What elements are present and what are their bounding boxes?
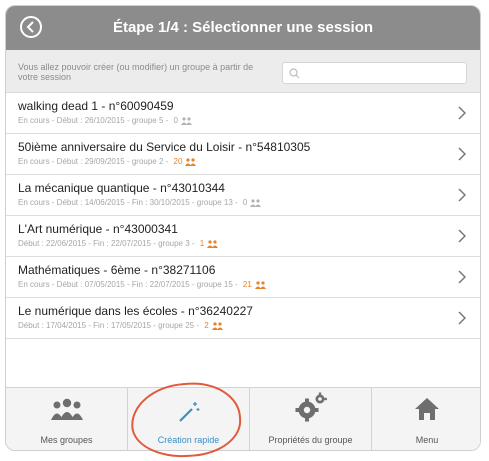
chevron-right-icon xyxy=(458,229,466,243)
magic-wand-icon xyxy=(179,402,200,422)
session-row[interactable]: Mathématiques - 6ème - n°38271106 En cou… xyxy=(6,257,480,298)
people-icon xyxy=(181,117,192,125)
session-details: En cours - Début : 29/09/2015 - groupe 2… xyxy=(18,157,197,166)
participant-count: 2 xyxy=(204,321,209,330)
session-title: Le numérique dans les écoles - n°3624022… xyxy=(18,304,253,318)
chevron-right-icon xyxy=(458,311,466,325)
session-title: L'Art numérique - n°43000341 xyxy=(18,222,178,236)
session-details: Début : 22/06/2015 - Fin : 22/07/2015 - … xyxy=(18,239,219,248)
session-details: En cours - Début : 14/06/2015 - Fin : 30… xyxy=(18,198,262,207)
tab-mes-groupes[interactable]: Mes groupes xyxy=(6,388,127,450)
session-details: En cours - Début : 26/10/2015 - groupe 5… xyxy=(18,116,192,125)
instruction-text: Vous allez pouvoir créer (ou modifier) u… xyxy=(18,62,254,82)
groups-icon xyxy=(51,398,83,420)
people-icon xyxy=(185,158,197,166)
people-icon xyxy=(207,240,219,248)
tab-bar: Mes groupes Création rapide Propriétés d… xyxy=(6,387,480,450)
tab-label: Mes groupes xyxy=(40,435,93,445)
people-icon xyxy=(211,322,223,330)
home-icon xyxy=(415,398,439,420)
participant-count: 21 xyxy=(242,280,252,289)
participant-count: 20 xyxy=(173,157,183,166)
participant-count: 0 xyxy=(173,116,178,125)
app-window: Étape 1/4 : Sélectionner une session Vou… xyxy=(5,5,481,451)
chevron-right-icon xyxy=(458,188,466,202)
people-icon xyxy=(254,281,266,289)
chevron-right-icon xyxy=(458,106,466,120)
session-row[interactable]: walking dead 1 - n°60090459 En cours - D… xyxy=(6,93,480,134)
session-row[interactable]: Le numérique dans les écoles - n°3624022… xyxy=(6,298,480,339)
tab-label: Propriétés du groupe xyxy=(268,435,353,445)
participant-count: 1 xyxy=(199,239,205,248)
tab-label: Création rapide xyxy=(157,435,220,445)
session-row[interactable]: L'Art numérique - n°43000341 Début : 22/… xyxy=(6,216,480,257)
people-icon xyxy=(250,199,262,207)
chevron-right-icon xyxy=(458,147,466,161)
tab-proprietes-du-groupe[interactable]: Propriétés du groupe xyxy=(250,388,371,450)
chevron-right-icon xyxy=(458,270,466,284)
tab-menu[interactable]: Menu xyxy=(372,388,480,450)
search-input[interactable] xyxy=(282,62,467,84)
gears-icon xyxy=(295,392,327,422)
top-bar: Étape 1/4 : Sélectionner une session xyxy=(6,6,480,50)
participant-count: 0 xyxy=(242,198,248,207)
session-title: walking dead 1 - n°60090459 xyxy=(18,99,174,113)
session-row[interactable]: La mécanique quantique - n°43010344 En c… xyxy=(6,175,480,216)
tab-label: Menu xyxy=(415,435,439,445)
session-details: Début : 17/04/2015 - Fin : 17/05/2015 - … xyxy=(18,321,223,330)
search-icon xyxy=(289,68,300,79)
session-title: 50ième anniversaire du Service du Loisir… xyxy=(18,140,311,154)
session-details: En cours - Début : 07/05/2015 - Fin : 22… xyxy=(18,280,266,289)
tab-creation-rapide[interactable]: Création rapide xyxy=(128,388,249,450)
page-title: Étape 1/4 : Sélectionner une session xyxy=(112,19,374,36)
session-title: Mathématiques - 6ème - n°38271106 xyxy=(18,263,216,277)
session-row[interactable]: 50ième anniversaire du Service du Loisir… xyxy=(6,134,480,175)
session-list: walking dead 1 - n°60090459 En cours - D… xyxy=(6,93,480,339)
sub-header: Vous allez pouvoir créer (ou modifier) u… xyxy=(6,50,480,93)
session-title: La mécanique quantique - n°43010344 xyxy=(18,181,225,195)
